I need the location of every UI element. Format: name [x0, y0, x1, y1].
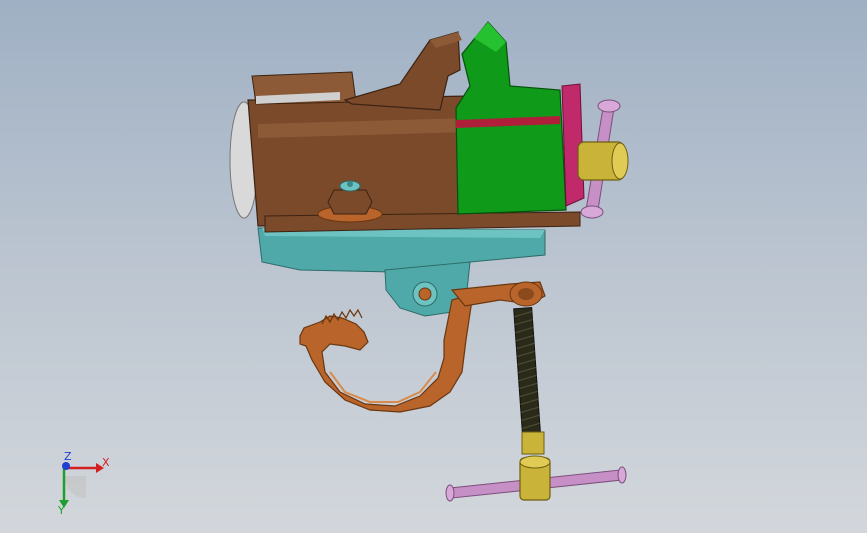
vise-assembly-model[interactable]: [0, 0, 867, 533]
z-axis-label: Z: [64, 450, 72, 463]
clamp-screw[interactable]: [513, 306, 545, 455]
triad-svg: X Y Z: [57, 450, 110, 517]
coordinate-triad: X Y Z: [50, 448, 120, 518]
swivel-base[interactable]: [257, 227, 546, 317]
z-axis-icon: [62, 462, 70, 470]
hook-clamp[interactable]: [299, 295, 473, 413]
y-axis-label: Y: [57, 504, 65, 517]
movable-jaw[interactable]: [455, 21, 567, 215]
x-axis-label: X: [102, 456, 110, 469]
graphics-viewport[interactable]: X Y Z: [0, 0, 867, 533]
tommy-bar[interactable]: [445, 455, 627, 502]
handle-rod[interactable]: [577, 99, 629, 219]
